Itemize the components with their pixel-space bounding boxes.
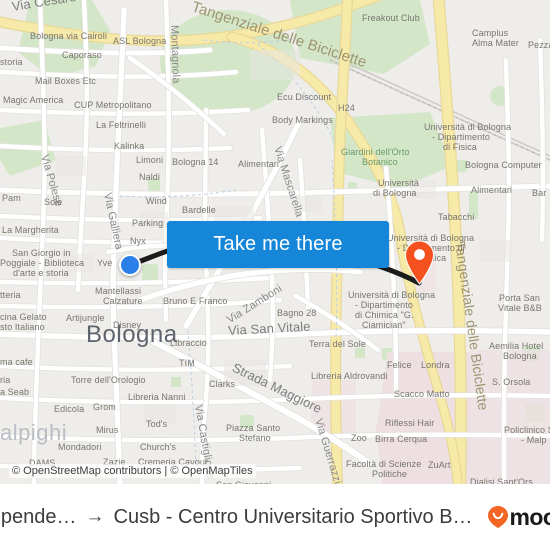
moovit-pin-icon bbox=[487, 506, 508, 528]
moovit-brand: moovit bbox=[487, 504, 550, 531]
arrow-right-icon: → bbox=[85, 506, 105, 527]
origin-marker-dot[interactable] bbox=[119, 254, 141, 276]
moovit-wordmark: moovit bbox=[509, 503, 550, 530]
take-me-there-button[interactable]: Take me there bbox=[167, 221, 389, 268]
moovit-map-screen: .road{stroke:#ffffff;fill:none;stroke-li… bbox=[0, 0, 550, 550]
footer-bar: Indipende… → Cusb - Centro Universitario… bbox=[0, 484, 550, 550]
route-destination-label: Cusb - Centro Universitario Sportivo B… bbox=[113, 505, 473, 528]
destination-marker-pin[interactable] bbox=[404, 240, 435, 285]
map-attribution: © OpenStreetMap contributors | © OpenMap… bbox=[9, 464, 256, 478]
map-canvas[interactable]: .road{stroke:#ffffff;fill:none;stroke-li… bbox=[0, 0, 550, 484]
route-summary: Indipende… → Cusb - Centro Universitario… bbox=[0, 506, 473, 529]
route-origin-label: Indipende… bbox=[0, 505, 77, 528]
